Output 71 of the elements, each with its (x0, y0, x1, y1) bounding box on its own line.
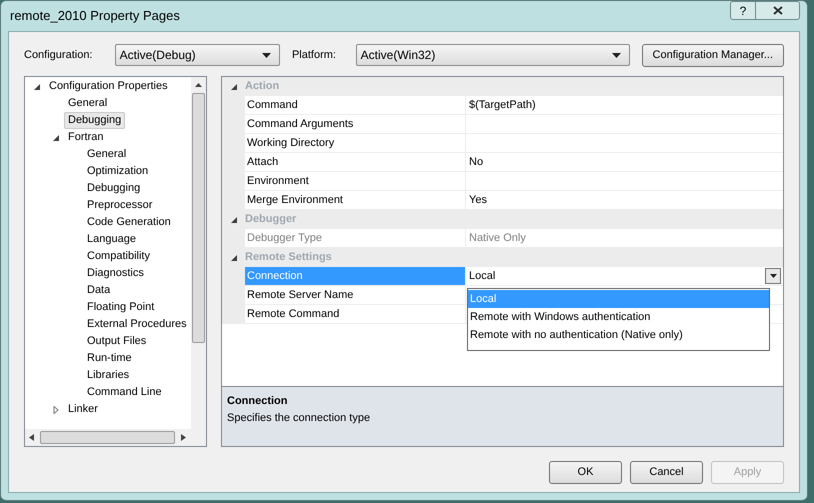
property-name[interactable]: Command Arguments (245, 115, 466, 134)
caret-icon (770, 274, 776, 278)
tree-item[interactable]: Configuration Properties (45, 78, 172, 95)
property-value-cell[interactable] (466, 115, 783, 134)
dropdown-value: Active(Debug) (118, 47, 197, 64)
property-name[interactable]: Remote Command (245, 305, 466, 324)
dropdown-option[interactable]: Remote with no authentication (Native only) (468, 326, 769, 344)
dialog-button[interactable]: OK (549, 461, 622, 484)
vertical-scrollbar[interactable] (190, 77, 206, 429)
dropdown-value: Active(Win32) (360, 47, 436, 64)
close-button[interactable] (756, 1, 800, 20)
tree-item[interactable]: Linker (64, 401, 102, 418)
property-value-cell[interactable]: Yes (466, 191, 783, 210)
tree-item[interactable]: Floating Point (83, 299, 158, 316)
tree-item[interactable]: Compatibility (83, 248, 154, 265)
dropdown[interactable]: Active(Debug) (114, 44, 280, 66)
section-header: Action (245, 79, 280, 94)
property-value: Local (468, 268, 496, 284)
tree-item[interactable]: Run-time (83, 350, 136, 367)
close-icon (772, 6, 782, 15)
configuration-label: Configuration: (24, 48, 94, 63)
tree-item[interactable]: Output Files (83, 333, 150, 350)
property-value-cell[interactable] (466, 134, 783, 153)
property-name[interactable]: Attach (245, 153, 466, 172)
property-value-cell[interactable]: $(TargetPath) (466, 96, 783, 115)
window-title: remote_2010 Property Pages (9, 7, 181, 26)
tree-item[interactable]: Optimization (83, 163, 152, 180)
expanded-triangle-icon[interactable] (230, 254, 238, 262)
scroll-left-arrow-icon[interactable] (29, 434, 34, 441)
property-name[interactable]: Command (245, 96, 466, 115)
property-name[interactable]: Working Directory (245, 134, 466, 153)
tree-item[interactable]: Fortran (64, 129, 108, 146)
expanded-triangle-icon[interactable] (52, 134, 60, 142)
tree-item[interactable]: Preprocessor (83, 197, 156, 214)
expanded-triangle-icon[interactable] (33, 82, 41, 90)
section-header: Debugger (245, 212, 296, 228)
caret-icon (262, 52, 271, 58)
dropdown-option[interactable]: Remote with Windows authentication (468, 308, 769, 326)
property-name[interactable]: Remote Server Name (245, 286, 466, 305)
property-name[interactable]: Environment (245, 172, 466, 191)
platform-label: Platform: (292, 48, 337, 63)
tree-item[interactable]: Diagnostics (83, 265, 148, 282)
tree-item[interactable]: Debugging (83, 180, 144, 197)
property-name[interactable]: Merge Environment (245, 191, 466, 210)
tree-item[interactable]: General (83, 146, 130, 163)
configuration-manager-button[interactable]: Configuration Manager... (642, 44, 784, 66)
description-title: Connection (227, 394, 288, 409)
section-header: Remote Settings (245, 250, 332, 266)
dialog-button[interactable]: Cancel (630, 461, 703, 484)
help-button[interactable]: ? (730, 1, 756, 20)
tree-item[interactable]: Data (83, 282, 114, 299)
expanded-triangle-icon[interactable] (230, 82, 238, 90)
property-value-cell[interactable] (466, 172, 783, 191)
scroll-right-arrow-icon[interactable] (181, 434, 186, 441)
tree-item[interactable]: Libraries (83, 367, 134, 384)
tree-item[interactable]: Command Line (83, 384, 166, 401)
collapsed-triangle-icon[interactable] (52, 406, 60, 414)
dropdown-button[interactable] (765, 268, 781, 284)
tree-item[interactable]: External Procedures (83, 316, 191, 333)
tree-item[interactable]: Language (83, 231, 140, 248)
tree-item[interactable]: Code Generation (83, 214, 175, 231)
horizontal-scrollbar[interactable] (25, 429, 206, 446)
dropdown[interactable]: Active(Win32) (356, 44, 630, 66)
property-value-cell[interactable]: No (466, 153, 783, 172)
tree-item[interactable]: General (64, 95, 112, 112)
tree-item[interactable]: Debugging (64, 112, 126, 129)
dropdown-field[interactable]: Local (466, 267, 783, 286)
description-text: Specifies the connection type (227, 410, 372, 426)
caret-icon (612, 52, 621, 58)
scroll-up-arrow-icon[interactable] (194, 83, 202, 87)
expanded-triangle-icon[interactable] (230, 216, 238, 224)
